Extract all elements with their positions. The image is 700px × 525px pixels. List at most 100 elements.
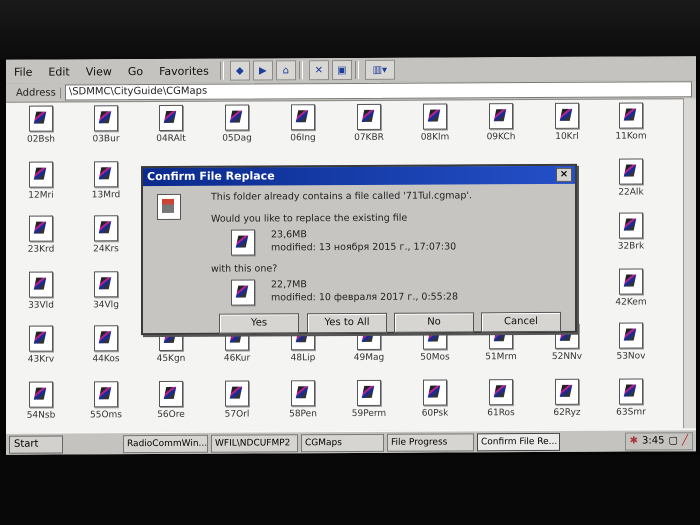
up-folder-icon[interactable]: ⌂ — [275, 60, 296, 81]
file-item[interactable]: 33Vld — [16, 271, 66, 311]
yes-button[interactable]: Yes — [219, 313, 299, 334]
file-item[interactable]: 58Pen — [278, 380, 328, 419]
task-radiocommwin[interactable]: RadioCommWin... — [123, 434, 208, 454]
file-item[interactable]: 60Psk — [410, 379, 460, 419]
file-label: 53Nov — [616, 351, 646, 362]
file-item[interactable]: 34Vlg — [81, 271, 131, 310]
task-confirm-file-replace[interactable]: Confirm File Re... — [477, 432, 560, 452]
dialog-message: This folder already contains a file call… — [211, 190, 473, 203]
cgmap-file-icon — [489, 103, 513, 130]
file-label: 60Psk — [421, 408, 449, 419]
file-label: 33Vld — [28, 300, 54, 311]
cgmap-file-icon — [555, 378, 579, 405]
cgmap-file-icon — [29, 105, 53, 132]
file-item[interactable]: 13Mrd — [81, 161, 131, 200]
file-item[interactable]: 62Ryz — [542, 378, 592, 418]
clock[interactable]: 3:45 — [642, 433, 664, 449]
task-wfil-ndcufmp2[interactable]: WFIL\NDCUFMP2 — [211, 434, 298, 453]
menu-file[interactable]: File — [6, 65, 40, 78]
file-item[interactable]: 63Smr — [606, 378, 656, 418]
file-item[interactable]: 05Dag — [212, 104, 262, 144]
existing-file-icon — [231, 229, 255, 256]
file-item[interactable]: 09KCh — [476, 103, 526, 142]
file-item[interactable]: 56Ore — [146, 380, 196, 420]
cgmap-file-icon — [29, 325, 53, 352]
properties-icon[interactable]: ▣ — [331, 59, 352, 81]
address-input[interactable]: \SDMMC\CityGuide\CGMaps — [64, 81, 692, 101]
file-item[interactable]: 03Bur — [81, 105, 131, 144]
file-item[interactable]: 12Mri — [16, 161, 66, 201]
task-cgmaps[interactable]: CGMaps — [301, 433, 384, 453]
file-item[interactable]: 24Krs — [81, 215, 131, 254]
file-item[interactable]: 23Krd — [16, 215, 66, 255]
file-item[interactable]: 43Krv — [16, 325, 66, 365]
desktop-icon[interactable]: ▢ — [669, 433, 678, 449]
existing-file-modified: modified: 13 ноября 2015 г., 17:07:30 — [271, 241, 457, 254]
cgmap-file-icon — [489, 379, 513, 406]
cgmap-file-icon — [225, 380, 249, 407]
menu-view[interactable]: View — [78, 65, 120, 78]
file-item[interactable]: 54Nsb — [16, 381, 66, 421]
new-file-modified: modified: 10 февраля 2017 г., 0:55:28 — [271, 291, 459, 304]
file-label: 57Orl — [224, 409, 250, 420]
file-grid: 02Bsh 03Bur 04RAlt 05Dag 06Ing 07KBR 08K… — [16, 102, 696, 421]
cgmap-file-icon — [357, 379, 381, 406]
file-label: 10Krl — [555, 131, 579, 142]
cgmap-file-icon — [29, 381, 53, 408]
menu-favorites[interactable]: Favorites — [151, 64, 217, 77]
file-item[interactable]: 08Klm — [410, 103, 460, 143]
cgmap-file-icon — [357, 103, 381, 130]
file-item[interactable]: 06Ing — [278, 104, 328, 143]
menu-edit[interactable]: Edit — [40, 65, 77, 78]
file-label: 61Ros — [487, 408, 515, 419]
cgmap-file-icon — [94, 325, 118, 352]
address-label: Address — [6, 87, 61, 99]
screen: File Edit View Go Favorites ◆ ▶ ⌂ ✕ ▣ ▥▾… — [6, 56, 696, 455]
views-icon[interactable]: ▥▾ — [364, 59, 395, 80]
file-item[interactable]: 11Kom — [606, 102, 656, 142]
device-bezel-bottom — [0, 455, 700, 525]
start-button[interactable]: Start — [9, 435, 63, 454]
file-item[interactable]: 44Kos — [81, 325, 131, 364]
file-item[interactable]: 55Oms — [81, 381, 131, 420]
cgmap-file-icon — [291, 380, 315, 407]
cgmap-file-icon — [29, 215, 53, 242]
cut-icon[interactable]: ✕ — [308, 60, 329, 81]
network-icon[interactable]: ✱ — [630, 433, 638, 449]
cgmap-file-icon — [159, 104, 183, 132]
file-item[interactable]: 10Krl — [542, 102, 592, 142]
file-item[interactable]: 53Nov — [606, 322, 656, 362]
menu-go[interactable]: Go — [120, 65, 151, 78]
file-item[interactable]: 32Brk — [606, 212, 656, 252]
cgmap-file-icon — [619, 378, 643, 405]
file-label: 12Mri — [28, 190, 54, 201]
no-button[interactable]: No — [394, 312, 474, 333]
pen-icon[interactable]: ╱ — [682, 433, 688, 449]
forward-icon[interactable]: ▶ — [252, 60, 273, 81]
task-file-progress[interactable]: File Progress — [387, 433, 474, 452]
cgmap-file-icon — [94, 271, 118, 298]
file-label: 32Brk — [617, 241, 645, 252]
vertical-scrollbar[interactable] — [683, 98, 696, 429]
cgmap-file-icon — [94, 215, 118, 242]
close-icon[interactable]: × — [556, 167, 572, 182]
file-item[interactable]: 59Perm — [344, 379, 394, 419]
cancel-button[interactable]: Cancel — [481, 311, 561, 333]
dialog-question-2: with this one? — [211, 263, 278, 275]
file-item[interactable]: 07KBR — [344, 103, 394, 143]
file-label: 46Kur — [223, 353, 251, 364]
file-label: 11Kom — [615, 131, 647, 142]
file-label: 24Krs — [93, 244, 119, 255]
back-icon[interactable]: ◆ — [229, 60, 250, 81]
address-bar: Address \SDMMC\CityGuide\CGMaps — [6, 80, 696, 103]
file-item[interactable]: 22Alk — [606, 158, 656, 198]
dialog-body: This folder already contains a file call… — [143, 184, 575, 333]
file-label: 05Dag — [222, 133, 252, 144]
file-item[interactable]: 57Orl — [212, 380, 262, 420]
file-item[interactable]: 42Kem — [606, 268, 656, 308]
file-item[interactable]: 02Bsh — [16, 105, 66, 145]
device-bezel-top — [0, 0, 700, 60]
file-item[interactable]: 04RAlt — [146, 104, 196, 144]
file-item[interactable]: 61Ros — [476, 379, 526, 418]
yes-to-all-button[interactable]: Yes to All — [307, 312, 387, 334]
